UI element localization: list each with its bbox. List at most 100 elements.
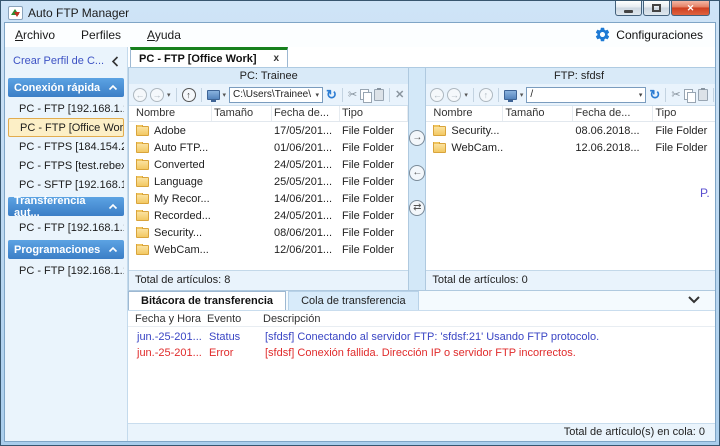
local-path-input[interactable]: C:\Users\Trainee\ ▾ [229, 86, 324, 103]
sidebar-item[interactable]: PC - FTPS [test.rebex.n... [8, 156, 124, 175]
column-tipo[interactable]: Tipo [340, 106, 409, 121]
column-tamano[interactable]: Tamaño [212, 106, 272, 121]
toolbar-separator [497, 87, 499, 102]
file-row[interactable]: WebCam... 12/06/201... File Folder [129, 241, 408, 258]
minimize-button[interactable] [615, 1, 642, 16]
file-row[interactable]: Adobe 17/05/201... File Folder [129, 122, 408, 139]
location-dropdown-icon[interactable]: ▾ [223, 91, 227, 99]
column-tipo[interactable]: Tipo [653, 106, 715, 121]
up-button[interactable]: ↑ [478, 87, 493, 102]
title-bar[interactable]: Auto FTP Manager ✕ [4, 1, 716, 22]
sidebar-item[interactable]: PC - FTP [Office Work] [8, 118, 124, 137]
sidebar-item[interactable]: PC - FTP [192.168.1.131] [8, 261, 124, 280]
local-panel-title: PC: Trainee [129, 68, 409, 84]
close-button[interactable]: ✕ [671, 1, 710, 16]
sidebar-item[interactable]: PC - FTP [192.168.1.131] [8, 218, 124, 237]
maximize-button[interactable] [643, 1, 670, 16]
file-row[interactable]: WebCam... 12.06.2018... File Folder [426, 139, 715, 156]
column-fecha[interactable]: Fecha de... [573, 106, 654, 121]
sidebar-item[interactable]: PC - SFTP [192.168.1.1... [8, 175, 124, 194]
menu-perfiles[interactable]: Perfiles [81, 28, 121, 42]
sidebar-section-header[interactable]: Transferencia aut... [8, 195, 124, 219]
sidebar-item-label: PC - FTPS [184.154.2.18] [19, 140, 124, 153]
chevron-up-icon[interactable] [108, 82, 118, 94]
log-description: [sfdsf] Conexión fallida. Dirección IP o… [265, 347, 576, 359]
file-row[interactable]: Security... 08/06/201... File Folder [129, 224, 408, 241]
log-row[interactable]: jun.-25-201... Status [sfdsf] Conectando a… [128, 329, 715, 345]
log-datetime: jun.-25-201... [137, 347, 202, 359]
up-button[interactable]: ↑ [181, 87, 196, 102]
file-row[interactable]: Converted 24/05/201... File Folder [129, 156, 408, 173]
column-tamano[interactable]: Tamaño [503, 106, 574, 121]
create-profile-link[interactable]: Crear Perfil de C... [5, 51, 127, 71]
server-icon[interactable] [503, 89, 517, 102]
settings-button[interactable]: Configuraciones [594, 26, 703, 43]
refresh-button[interactable]: ↻ [326, 87, 337, 102]
file-row[interactable]: Recorded... 24/05/201... File Folder [129, 207, 408, 224]
file-date: 12.06.2018... [575, 141, 640, 154]
menu-archivo[interactable]: Archivo [15, 28, 55, 42]
paste-button[interactable] [697, 87, 708, 101]
toolbar-separator [341, 87, 343, 102]
column-evento[interactable]: Evento [207, 313, 263, 325]
window-title: Auto FTP Manager [28, 5, 130, 20]
back-button[interactable]: ← [133, 87, 147, 102]
column-nombre[interactable]: Nombre [134, 106, 212, 121]
sync-button[interactable]: ⇄ [409, 200, 426, 216]
tab-close-icon[interactable]: x [273, 53, 279, 64]
chevron-up-icon[interactable] [108, 244, 118, 256]
tab-pc-ftp-office-work[interactable]: PC - FTP [Office Work] x [130, 47, 288, 67]
forward-button[interactable]: → [447, 87, 462, 102]
paste-button[interactable] [374, 87, 385, 101]
delete-button[interactable]: ✕ [395, 88, 404, 101]
log-event: Status [209, 331, 241, 343]
chevron-up-icon[interactable] [108, 201, 118, 213]
file-row[interactable]: Security... 08.06.2018... File Folder [426, 122, 715, 139]
sidebar: Crear Perfil de C... Conexión rápida PC -… [5, 47, 128, 441]
location-dropdown-icon[interactable]: ▾ [520, 91, 524, 99]
cut-button[interactable]: ✂ [348, 88, 357, 101]
file-row[interactable]: Language 25/05/201... File Folder [129, 173, 408, 190]
computer-icon[interactable] [206, 89, 220, 102]
path-dropdown-icon[interactable]: ▾ [639, 91, 643, 99]
tab-bitacora[interactable]: Bitácora de transferencia [128, 291, 287, 310]
history-dropdown-icon[interactable]: ▾ [167, 91, 171, 99]
column-fecha-hora[interactable]: Fecha y Hora [135, 313, 207, 325]
file-row[interactable]: My Recor... 14/06/201... File Folder [129, 190, 408, 207]
column-descripcion[interactable]: Descripción [263, 313, 715, 325]
file-row[interactable]: Auto FTP... 01/06/201... File Folder [129, 139, 408, 156]
chevron-left-icon[interactable] [111, 55, 119, 67]
gear-icon [596, 27, 610, 42]
file-date: 14/06/201... [274, 192, 333, 205]
folder-icon [136, 141, 149, 153]
remote-path-input[interactable]: / ▾ [526, 86, 647, 103]
folder-icon [136, 158, 149, 170]
collapse-log-icon[interactable] [687, 295, 701, 304]
back-button[interactable]: ← [430, 87, 445, 102]
local-column-headers: Nombre Tamaño Fecha de... Tipo [129, 106, 409, 122]
forward-button[interactable]: → [150, 87, 164, 102]
copy-button[interactable] [360, 88, 373, 103]
transfer-left-button[interactable]: ← [409, 165, 426, 181]
sidebar-item[interactable]: PC - FTP [192.168.1.103] [8, 99, 124, 118]
refresh-button[interactable]: ↻ [649, 87, 660, 102]
column-fecha[interactable]: Fecha de... [272, 106, 340, 121]
sidebar-section-header[interactable]: Conexión rápida [8, 78, 124, 97]
remote-path-text: / [530, 89, 534, 100]
path-dropdown-icon[interactable]: ▾ [316, 91, 320, 99]
tab-cola[interactable]: Cola de transferencia [288, 291, 419, 310]
log-row[interactable]: jun.-25-201... Error [sfdsf] Conexión fall… [128, 345, 715, 361]
file-name: Security... [451, 124, 500, 137]
sidebar-item[interactable]: PC - FTPS [184.154.2.18] [8, 137, 124, 156]
log-description: [sfdsf] Conectando al servidor FTP: 'sfd… [265, 331, 600, 343]
menu-ayuda[interactable]: Ayuda [147, 28, 181, 42]
folder-icon [136, 243, 149, 255]
sidebar-section-header[interactable]: Programaciones [8, 240, 124, 259]
cut-button[interactable]: ✂ [671, 88, 680, 101]
history-dropdown-icon[interactable]: ▾ [464, 91, 468, 99]
column-nombre[interactable]: Nombre [431, 106, 504, 121]
toolbar-separator [175, 87, 177, 102]
copy-button[interactable] [683, 88, 696, 103]
transfer-right-button[interactable]: → [409, 130, 426, 146]
file-name: Language [154, 175, 203, 188]
